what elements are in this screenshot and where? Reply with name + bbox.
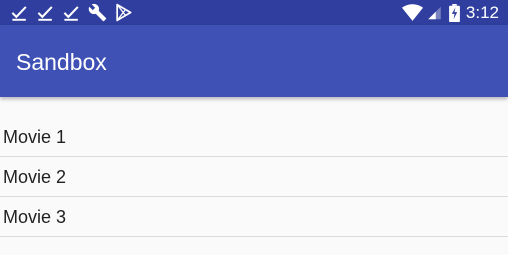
app-title: Sandbox xyxy=(16,49,107,75)
check-icon xyxy=(11,6,27,21)
status-time: 3:12 xyxy=(465,3,499,22)
status-bar: 3:12 xyxy=(0,0,508,25)
check-icon xyxy=(63,6,79,21)
movie-list: Movie 1 Movie 2 Movie 3 xyxy=(0,117,508,237)
list-item[interactable]: Movie 3 xyxy=(0,197,508,237)
list-item[interactable]: Movie 1 xyxy=(0,117,508,157)
wrench-icon xyxy=(88,3,107,22)
list-item-label: Movie 2 xyxy=(3,167,67,187)
battery-charging-icon xyxy=(449,3,460,22)
check-icon xyxy=(37,6,53,21)
wifi-icon xyxy=(401,4,423,21)
notification-icons xyxy=(10,3,140,22)
system-icons: 3:12 xyxy=(401,3,499,22)
app-bar: Sandbox xyxy=(0,25,508,97)
play-store-icon xyxy=(116,3,132,22)
list-item-label: Movie 1 xyxy=(3,127,67,147)
list-item-label: Movie 3 xyxy=(3,207,67,227)
cell-signal-icon xyxy=(428,6,441,19)
list-item[interactable]: Movie 2 xyxy=(0,157,508,197)
